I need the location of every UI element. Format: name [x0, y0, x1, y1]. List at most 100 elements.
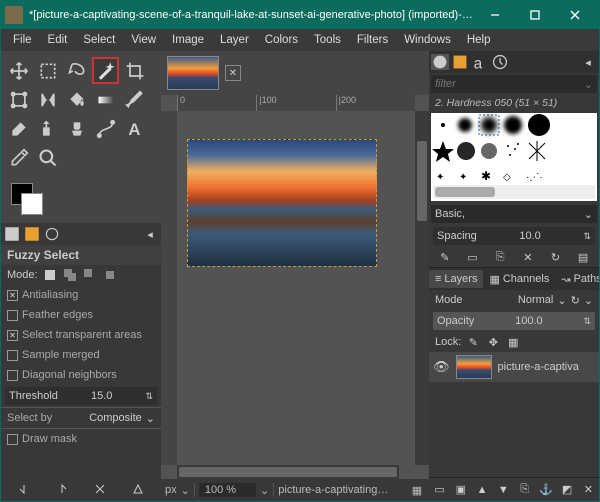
delete-layer-icon[interactable]: ✕ — [580, 482, 596, 498]
tab-paths[interactable]: ↝Paths — [555, 270, 599, 289]
chevron-down-icon[interactable]: ⌄ — [181, 484, 190, 497]
tool-crop[interactable] — [121, 57, 148, 84]
chevron-down-icon[interactable]: ⌄ — [584, 294, 593, 307]
mode-dropdown[interactable]: Normal — [518, 294, 553, 306]
chevron-down-icon[interactable]: ⌄ — [146, 412, 155, 425]
diagonal-checkbox[interactable] — [7, 370, 18, 381]
layer-thumbnail[interactable] — [456, 355, 492, 379]
brush-preset-dropdown[interactable]: Basic, ⌄ — [431, 205, 597, 223]
menu-windows[interactable]: Windows — [396, 32, 459, 48]
menu-tools[interactable]: Tools — [306, 32, 349, 48]
tool-bucket-fill[interactable] — [63, 86, 90, 113]
stepper-icon[interactable]: ⇅ — [145, 391, 153, 402]
lock-position-icon[interactable]: ✥ — [485, 334, 501, 350]
antialiasing-checkbox[interactable]: ✕ — [7, 290, 18, 301]
duplicate-brush-icon[interactable]: ⎘ — [492, 249, 508, 265]
tool-text[interactable]: A — [121, 115, 148, 142]
delete-brush-icon[interactable]: ✕ — [520, 249, 536, 265]
new-brush-icon[interactable]: ▭ — [464, 249, 480, 265]
menu-select[interactable]: Select — [75, 32, 123, 48]
tab-brushes-icon[interactable] — [431, 54, 449, 70]
tool-fuzzy-select[interactable] — [92, 57, 119, 84]
menu-colors[interactable]: Colors — [257, 32, 306, 48]
tool-color-picker[interactable] — [5, 144, 32, 171]
tab-history-icon[interactable] — [491, 54, 509, 70]
menu-layer[interactable]: Layer — [212, 32, 257, 48]
drawmask-checkbox[interactable] — [7, 434, 18, 445]
brush-filter-input[interactable]: filter ⌄ — [431, 75, 597, 93]
tool-smudge[interactable] — [63, 115, 90, 142]
image-tab-thumbnail[interactable] — [167, 56, 219, 90]
raise-layer-icon[interactable]: ▲ — [474, 482, 490, 498]
window-maximize-button[interactable] — [515, 1, 555, 29]
ruler-vertical[interactable] — [161, 111, 177, 465]
tab-patterns-icon[interactable] — [451, 54, 469, 70]
tab-device-status-icon[interactable] — [23, 226, 41, 242]
lock-alpha-icon[interactable]: ▦ — [505, 334, 521, 350]
color-swatches[interactable] — [1, 177, 161, 223]
tool-free-select[interactable] — [63, 57, 90, 84]
switch-mode-icon[interactable]: ↻ — [571, 294, 580, 307]
edit-brush-icon[interactable]: ✎ — [437, 249, 453, 265]
stepper-icon[interactable]: ⇅ — [583, 316, 591, 327]
canvas-image[interactable] — [187, 139, 377, 267]
reset-preset-icon[interactable] — [130, 481, 146, 497]
duplicate-layer-icon[interactable]: ⎘ — [517, 482, 533, 498]
opacity-slider[interactable]: Opacity 100.0 ⇅ — [433, 312, 595, 330]
navigation-icon[interactable]: ▦ — [409, 482, 425, 498]
chevron-down-icon[interactable]: ⌄ — [260, 484, 269, 497]
tool-transform[interactable] — [5, 86, 32, 113]
menu-view[interactable]: View — [123, 32, 164, 48]
ruler-horizontal[interactable]: 0 |100 |200 — [177, 95, 415, 111]
refresh-brush-icon[interactable]: ↻ — [547, 249, 563, 265]
zoom-dropdown[interactable]: 100 % — [199, 483, 256, 497]
scrollbar-horizontal[interactable] — [177, 465, 399, 479]
layer-row[interactable]: 👁 picture-a-captiva — [429, 352, 599, 382]
tool-paintbrush[interactable] — [121, 86, 148, 113]
menu-filters[interactable]: Filters — [349, 32, 396, 48]
transparent-checkbox[interactable]: ✕ — [7, 330, 18, 341]
menu-image[interactable]: Image — [164, 32, 212, 48]
tool-clone[interactable] — [34, 115, 61, 142]
window-close-button[interactable] — [555, 1, 595, 29]
tab-layers[interactable]: ≡Layers — [429, 270, 483, 288]
tab-tool-options-icon[interactable] — [3, 226, 21, 242]
stepper-icon[interactable]: ⇅ — [583, 231, 591, 242]
sample-merged-checkbox[interactable] — [7, 350, 18, 361]
image-tab-close-button[interactable]: ✕ — [225, 65, 241, 81]
brush-grid[interactable]: ✦✦ ✱◇ ·⋰· — [431, 113, 597, 201]
tool-zoom[interactable] — [34, 144, 61, 171]
new-group-icon[interactable]: ▣ — [453, 482, 469, 498]
menu-help[interactable]: Help — [459, 32, 499, 48]
delete-preset-icon[interactable] — [92, 481, 108, 497]
mode-subtract-icon[interactable] — [82, 267, 98, 283]
menu-edit[interactable]: Edit — [40, 32, 76, 48]
unit-dropdown[interactable]: px — [165, 484, 177, 496]
restore-preset-icon[interactable] — [54, 481, 70, 497]
tool-move[interactable] — [5, 57, 32, 84]
layer-name[interactable]: picture-a-captiva — [498, 361, 579, 373]
mode-replace-icon[interactable] — [42, 267, 58, 283]
tool-gradient[interactable] — [92, 86, 119, 113]
threshold-slider[interactable]: Threshold 15.0 ⇅ — [5, 387, 157, 405]
spacing-slider[interactable]: Spacing 10.0 ⇅ — [433, 227, 595, 245]
tab-fonts-icon[interactable]: a — [471, 54, 489, 70]
open-brush-icon[interactable]: ▤ — [575, 249, 591, 265]
save-preset-icon[interactable] — [16, 481, 32, 497]
tab-undo-history-icon[interactable] — [43, 226, 61, 242]
feather-checkbox[interactable] — [7, 310, 18, 321]
tool-warp[interactable] — [34, 86, 61, 113]
tab-menu-icon[interactable]: ◂ — [141, 226, 159, 242]
lower-layer-icon[interactable]: ▼ — [495, 482, 511, 498]
background-color[interactable] — [21, 193, 43, 215]
scrollbar-vertical[interactable] — [415, 111, 429, 465]
tool-eraser[interactable] — [5, 115, 32, 142]
new-layer-icon[interactable]: ▭ — [432, 482, 448, 498]
layer-visibility-icon[interactable]: 👁 — [433, 359, 450, 375]
tool-path[interactable] — [92, 115, 119, 142]
tab-channels[interactable]: ▦Channels — [483, 270, 555, 289]
mask-layer-icon[interactable]: ◩ — [559, 482, 575, 498]
merge-layer-icon[interactable]: ⚓ — [538, 482, 554, 498]
tab-menu-icon[interactable]: ◂ — [579, 54, 597, 70]
chevron-down-icon[interactable]: ⌄ — [557, 294, 566, 307]
